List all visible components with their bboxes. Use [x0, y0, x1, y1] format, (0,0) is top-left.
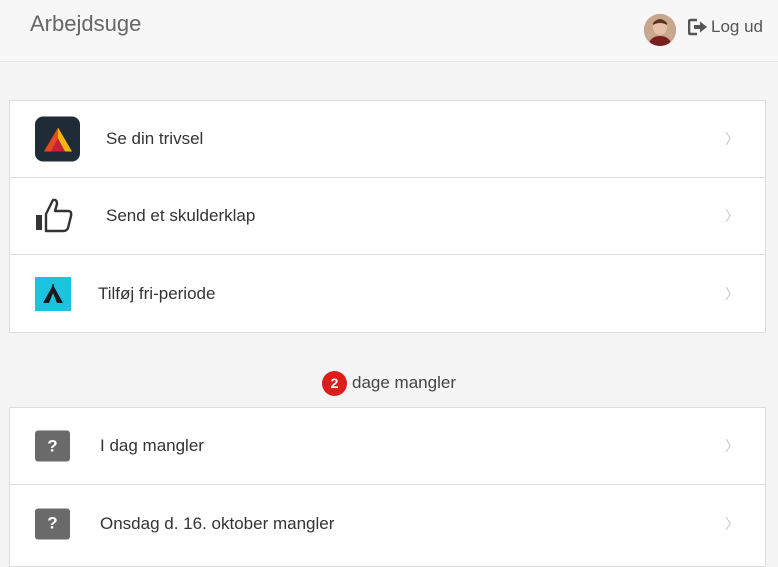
- list-item-wellbeing[interactable]: Se din trivsel 〉: [10, 101, 765, 178]
- user-avatar-icon: [644, 14, 676, 46]
- tent-icon: [35, 276, 71, 311]
- chevron-right-icon: 〉: [725, 208, 739, 224]
- list-item-missing-today[interactable]: ? I dag mangler 〉: [10, 408, 765, 485]
- time-off-label: Tilføj fri-periode: [98, 283, 216, 303]
- list-item-time-off[interactable]: Tilføj fri-periode 〉: [10, 255, 765, 332]
- question-icon: ?: [35, 508, 70, 539]
- chevron-right-icon: 〉: [725, 285, 739, 302]
- missing-count-badge: 2: [322, 370, 348, 396]
- actions-card: Se din trivsel 〉 Send et skulderklap 〉 T…: [9, 100, 766, 333]
- missing-today-label: I dag mangler: [100, 436, 204, 455]
- shoulder-pat-label: Send et skulderklap: [106, 206, 256, 225]
- page-title: Arbejdsuge: [30, 11, 142, 36]
- logout-label: Log ud: [711, 17, 763, 36]
- missing-days-text: dage mangler: [352, 373, 456, 392]
- thumbs-up-icon: [34, 195, 76, 237]
- avatar[interactable]: [644, 14, 676, 46]
- missing-days-card: ? I dag mangler 〉 ? Onsdag d. 16. oktobe…: [9, 407, 766, 567]
- app-logo-icon: [35, 116, 80, 162]
- top-bar: Arbejdsuge Log ud: [0, 0, 778, 62]
- missing-wednesday-label: Onsdag d. 16. oktober mangler: [100, 513, 335, 533]
- sign-out-icon: [688, 18, 707, 36]
- logout-button[interactable]: Log ud: [688, 16, 763, 38]
- missing-days-header: 2 dage mangler: [0, 370, 778, 396]
- chevron-right-icon: 〉: [725, 515, 739, 532]
- list-item-shoulder-pat[interactable]: Send et skulderklap 〉: [10, 178, 765, 255]
- chevron-right-icon: 〉: [725, 131, 739, 147]
- wellbeing-label: Se din trivsel: [106, 129, 204, 148]
- question-icon: ?: [35, 430, 70, 462]
- chevron-right-icon: 〉: [725, 438, 739, 454]
- list-item-missing-wednesday[interactable]: ? Onsdag d. 16. oktober mangler 〉: [10, 485, 765, 562]
